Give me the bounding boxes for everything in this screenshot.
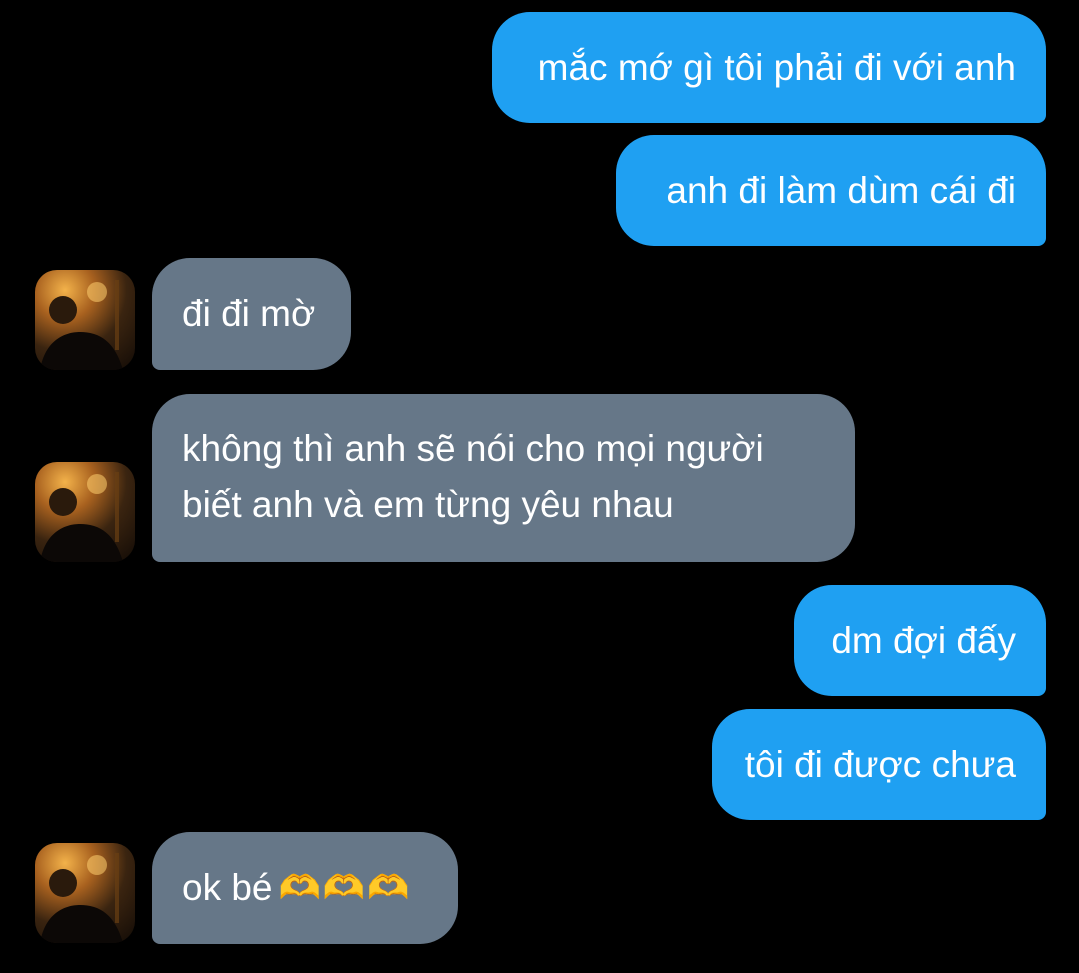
contact-avatar[interactable] <box>35 270 135 370</box>
message-text: mắc mớ gì tôi phải đi với anh <box>537 46 1016 88</box>
message-text: dm đợi đấy <box>831 619 1016 661</box>
avatar-photo-icon <box>40 853 123 943</box>
contact-avatar[interactable] <box>35 462 135 562</box>
message-text-line: biết anh và em từng yêu nhau <box>182 484 674 525</box>
avatar-photo-icon <box>40 280 123 370</box>
sent-message-bubble[interactable]: tôi đi được chưa <box>712 709 1046 820</box>
received-message-bubble[interactable]: không thì anh sẽ nói cho mọi người biết … <box>152 394 855 562</box>
message-text: tôi đi được chưa <box>744 743 1016 785</box>
received-message-bubble[interactable]: đi đi mờ <box>152 258 351 370</box>
received-message-bubble[interactable]: ok bé 🫶🫶🫶 <box>152 832 458 944</box>
heart-hands-emoji-icon: 🫶🫶🫶 <box>278 869 412 907</box>
message-text: anh đi làm dùm cái đi <box>666 169 1016 211</box>
sent-message-bubble[interactable]: dm đợi đấy <box>794 585 1046 696</box>
message-text: đi đi mờ <box>182 293 316 334</box>
sent-message-bubble[interactable]: mắc mớ gì tôi phải đi với anh <box>492 12 1046 123</box>
contact-avatar[interactable] <box>35 843 135 943</box>
message-text-line: không thì anh sẽ nói cho mọi người <box>182 428 764 469</box>
message-text: ok bé <box>182 867 273 908</box>
sent-message-bubble[interactable]: anh đi làm dùm cái đi <box>616 135 1046 246</box>
avatar-photo-icon <box>40 472 123 562</box>
